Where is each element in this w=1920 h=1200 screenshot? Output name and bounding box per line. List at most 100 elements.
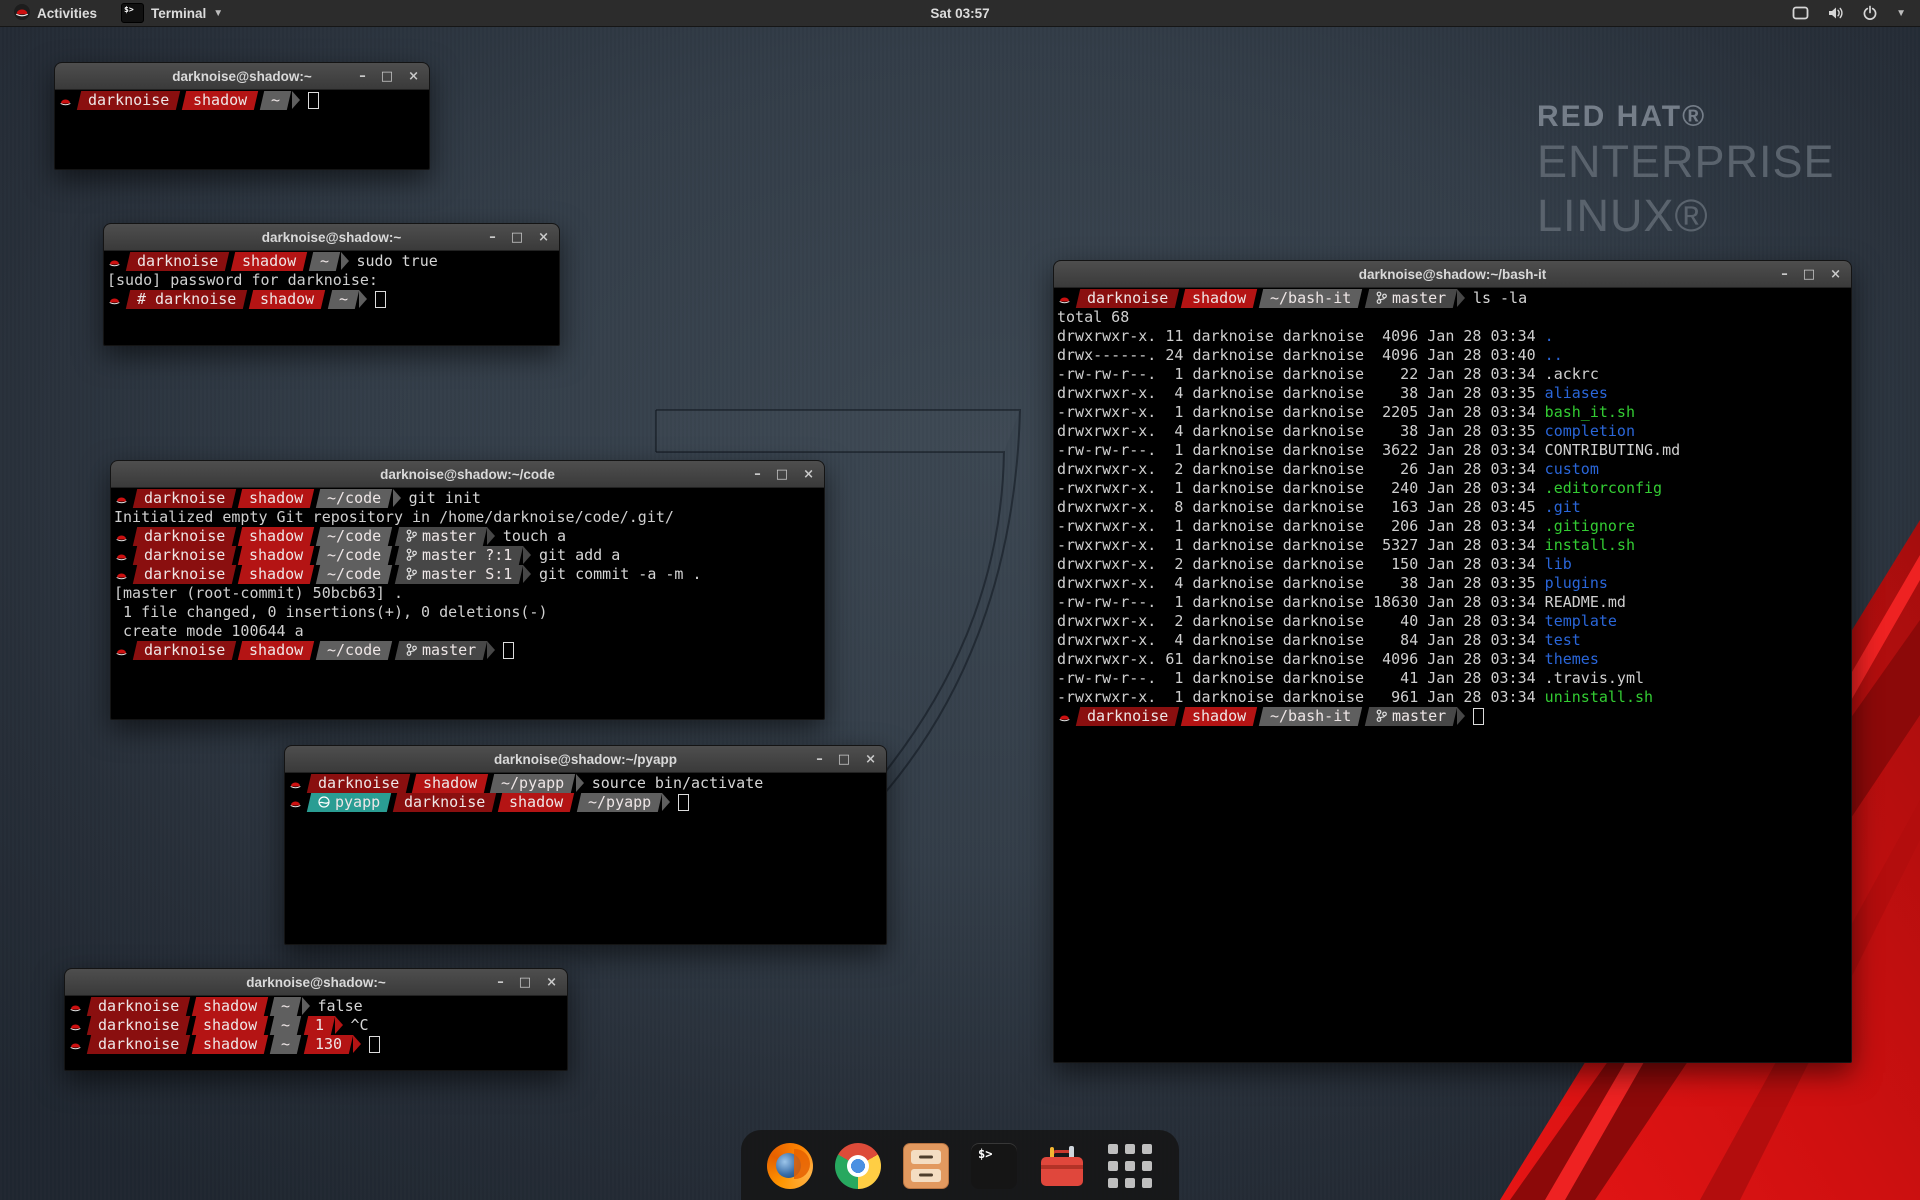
firefox-icon[interactable] (767, 1143, 813, 1189)
prompt-segment-user: darknoise (77, 91, 181, 110)
ls-row-name: plugins (1545, 574, 1608, 592)
terminal-content[interactable]: darknoiseshadow~/bash-itmasterls -latota… (1054, 287, 1851, 1062)
prompt-segment-path: ~/bash-it (1259, 289, 1363, 308)
close-button[interactable]: × (865, 753, 876, 766)
prompt-segment-host: shadow (249, 290, 326, 309)
minimize-button[interactable]: – (754, 468, 761, 481)
close-button[interactable]: × (408, 70, 419, 83)
prompt-segment-user: darknoise (87, 997, 191, 1016)
maximize-button[interactable]: □ (381, 70, 393, 83)
prompt-segment-path: ~/code (316, 527, 393, 546)
app-grid-icon[interactable] (1107, 1143, 1153, 1189)
ls-row-name: .ackrc (1545, 365, 1599, 383)
window-titlebar[interactable]: darknoise@shadow:~/pyapp–□× (285, 746, 886, 773)
window-titlebar[interactable]: darknoise@shadow:~/code–□× (111, 461, 824, 488)
prompt-segment-host: shadow (238, 527, 315, 546)
clock[interactable]: Sat 03:57 (930, 6, 989, 21)
ls-row-meta: drwxrwxr-x. 2 darknoise darknoise 40 Jan… (1057, 612, 1545, 630)
window-title: darknoise@shadow:~ (262, 230, 402, 245)
terminal-content[interactable]: darknoiseshadow~/pyappsource bin/activat… (285, 772, 886, 944)
terminal-line: darknoiseshadow~/pyappsource bin/activat… (288, 774, 886, 793)
window-titlebar[interactable]: darknoise@shadow:~ – □ × (55, 63, 429, 90)
terminal-content[interactable]: darknoiseshadow~falsedarknoiseshadow~1^C… (65, 995, 567, 1070)
ls-row-name: .gitignore (1545, 517, 1635, 535)
ls-row-meta: -rwxrwxr-x. 1 darknoise darknoise 2205 J… (1057, 403, 1545, 421)
ls-row-meta: drwxrwxr-x. 11 darknoise darknoise 4096 … (1057, 327, 1545, 345)
output-text: 1 file changed, 0 insertions(+), 0 delet… (114, 603, 547, 621)
prompt-segment-host: shadow (231, 252, 308, 271)
terminal-cursor (678, 794, 689, 811)
app-menu-terminal[interactable]: $> Terminal ▼ (111, 0, 233, 26)
prompt-arrow (1457, 289, 1465, 307)
terminal-line: darknoiseshadow~1^C (68, 1016, 567, 1035)
window-titlebar[interactable]: darknoise@shadow:~ – □ × (104, 224, 559, 251)
terminal-line: darknoiseshadow~/bash-itmaster (1057, 707, 1851, 726)
terminal-app-icon[interactable]: $> (971, 1143, 1017, 1189)
terminal-line: drwxrwxr-x. 2 darknoise darknoise 26 Jan… (1057, 460, 1851, 479)
command-text: git init (409, 489, 481, 507)
prompt-arrow (341, 252, 349, 270)
terminal-line: drwxrwxr-x. 2 darknoise darknoise 150 Ja… (1057, 555, 1851, 574)
terminal-line: -rwxrwxr-x. 1 darknoise darknoise 961 Ja… (1057, 688, 1851, 707)
prompt-arrow (523, 546, 531, 564)
prompt-segment-git: master S:1 (394, 565, 523, 584)
prompt-segment-host: shadow (1181, 707, 1258, 726)
ls-row-meta: drwxrwxr-x. 4 darknoise darknoise 38 Jan… (1057, 574, 1545, 592)
prompt-segment-path: ~/bash-it (1259, 707, 1363, 726)
minimize-button[interactable]: – (816, 753, 823, 766)
chrome-icon[interactable] (835, 1143, 881, 1189)
terminal-line: darknoiseshadow~130 (68, 1035, 567, 1054)
terminal-line: darknoiseshadow~/codemaster (114, 641, 824, 660)
close-button[interactable]: × (803, 468, 814, 481)
output-text: Initialized empty Git repository in /hom… (114, 508, 674, 526)
prompt-arrow (487, 527, 495, 545)
ls-row-name: completion (1545, 422, 1635, 440)
maximize-button[interactable]: □ (838, 753, 850, 766)
maximize-button[interactable]: □ (1803, 268, 1815, 281)
files-icon[interactable] (903, 1143, 949, 1189)
terminal-window-code: darknoise@shadow:~/code–□×darknoiseshado… (110, 460, 825, 720)
window-titlebar[interactable]: darknoise@shadow:~/bash-it–□× (1054, 261, 1851, 288)
minimize-button[interactable]: – (1781, 268, 1788, 281)
redhat-icon (1057, 707, 1075, 729)
maximize-button[interactable]: □ (776, 468, 788, 481)
terminal-line: -rwxrwxr-x. 1 darknoise darknoise 240 Ja… (1057, 479, 1851, 498)
ls-row-name: .. (1545, 346, 1563, 364)
output-text: [master (root-commit) 50bcb63] . (114, 584, 403, 602)
terminal-content[interactable]: darknoiseshadow~sudo true[sudo] password… (104, 250, 559, 345)
ls-row-name: README.md (1545, 593, 1626, 611)
terminal-window-bash-it: darknoise@shadow:~/bash-it–□×darknoisesh… (1053, 260, 1852, 1063)
terminal-content[interactable]: darknoiseshadow~ (55, 89, 429, 169)
terminal-line: drwxrwxr-x. 4 darknoise darknoise 38 Jan… (1057, 574, 1851, 593)
prompt-segment-host: shadow (192, 1035, 269, 1054)
terminal-content[interactable]: darknoiseshadow~/codegit initInitialized… (111, 487, 824, 719)
close-button[interactable]: × (546, 976, 557, 989)
ls-row-meta: drwxrwxr-x. 2 darknoise darknoise 26 Jan… (1057, 460, 1545, 478)
terminal-line: darknoiseshadow~/codemaster ?:1git add a (114, 546, 824, 565)
close-button[interactable]: × (538, 231, 549, 244)
window-titlebar[interactable]: darknoise@shadow:~–□× (65, 969, 567, 996)
close-button[interactable]: × (1830, 268, 1841, 281)
activities-button[interactable]: Activities (0, 0, 111, 26)
window-title: darknoise@shadow:~ (172, 69, 312, 84)
command-text: ls -la (1473, 289, 1527, 307)
window-controls: – □ × (359, 63, 419, 89)
prompt-segment-user: darknoise (126, 252, 230, 271)
minimize-button[interactable]: – (489, 231, 496, 244)
maximize-button[interactable]: □ (519, 976, 531, 989)
minimize-button[interactable]: – (497, 976, 504, 989)
minimize-button[interactable]: – (359, 70, 366, 83)
system-status-area[interactable]: ▼ (1792, 5, 1920, 21)
prompt-segment-path: ~/code (316, 641, 393, 660)
terminal-line: [sudo] password for darknoise: (107, 271, 559, 290)
terminal-line: darknoiseshadow~/codemastertouch a (114, 527, 824, 546)
prompt-segment-path: ~ (270, 997, 301, 1016)
terminal-line: darknoiseshadow~ (58, 91, 429, 110)
brand-redhat: RED HAT® (1537, 100, 1835, 134)
prompt-segment-git: master (1365, 289, 1458, 308)
terminal-glyph: $> (978, 1147, 992, 1161)
toolbox-icon[interactable] (1039, 1143, 1085, 1189)
redhat-icon (114, 641, 132, 663)
terminal-line: darknoiseshadow~/bash-itmasterls -la (1057, 289, 1851, 308)
maximize-button[interactable]: □ (511, 231, 523, 244)
